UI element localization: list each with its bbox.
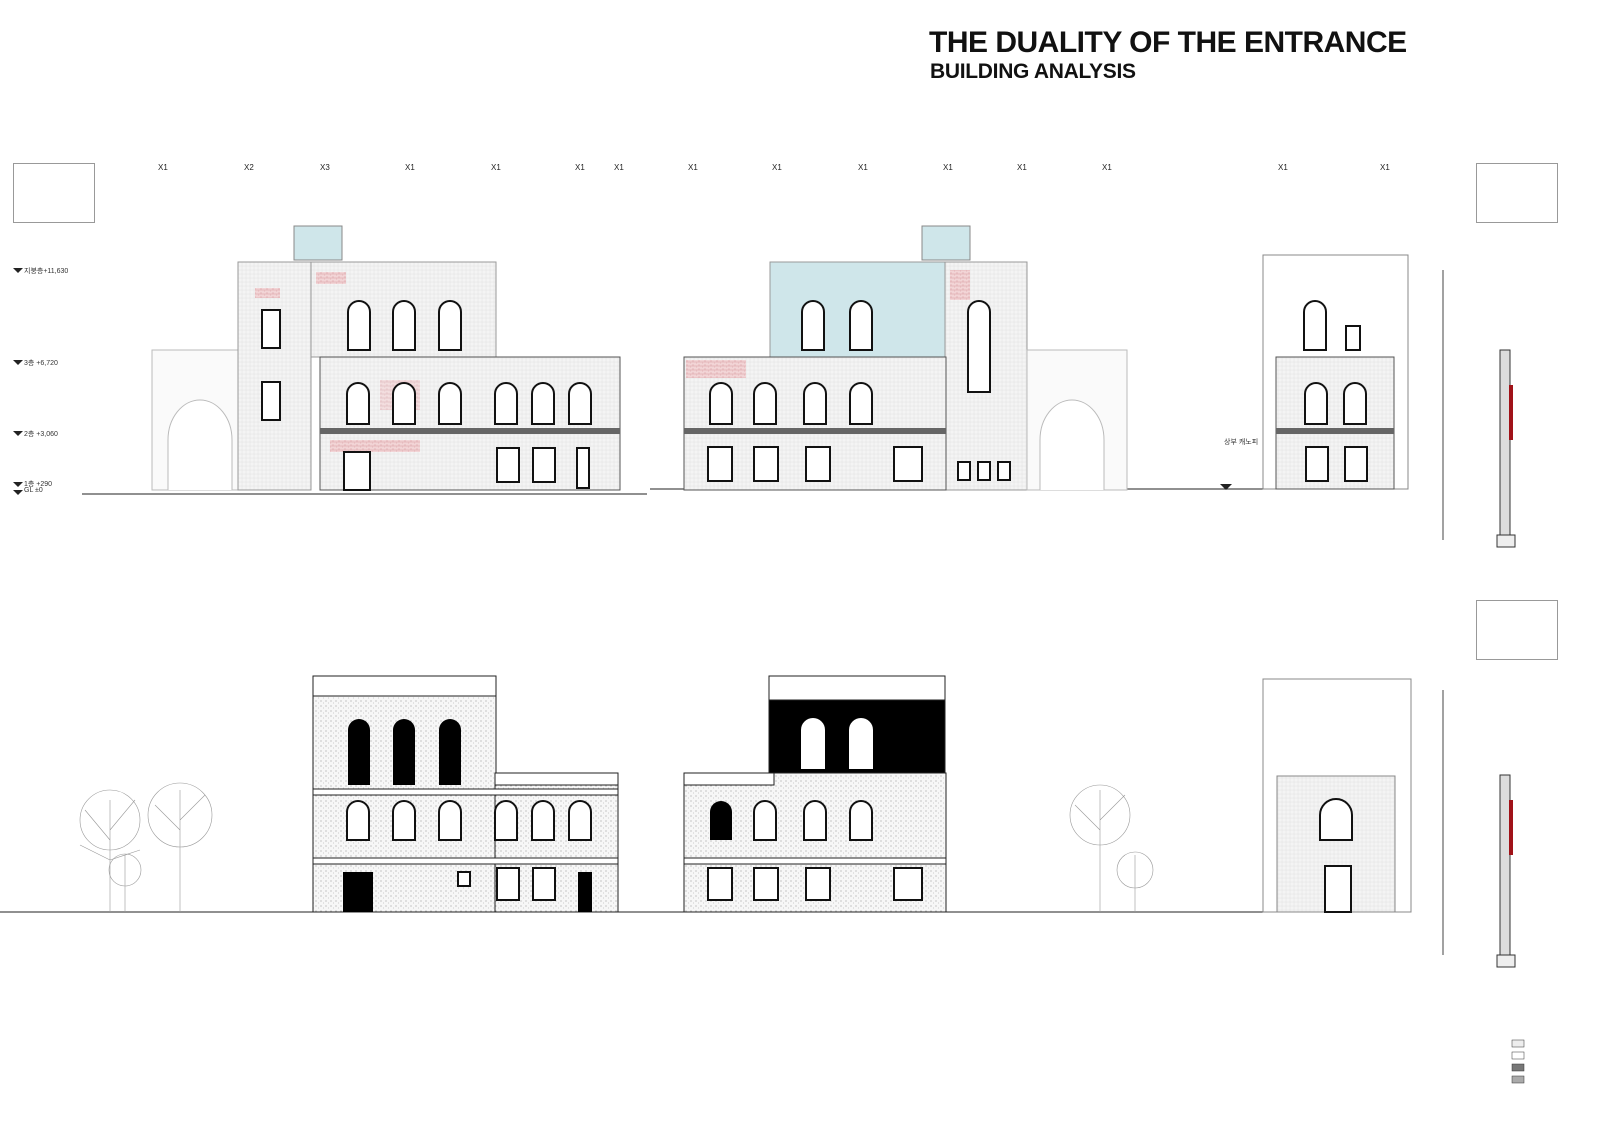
elevation-1	[151, 225, 621, 491]
tree-left	[79, 782, 213, 912]
wall-section-2	[1442, 690, 1516, 968]
legend-swatches	[1511, 1039, 1525, 1084]
level-markers	[13, 268, 23, 495]
wall-section-1	[1442, 270, 1516, 548]
elevation-6	[1262, 678, 1412, 913]
elevation-3	[1220, 254, 1409, 490]
tree-right	[1069, 784, 1154, 912]
elevation-2	[683, 225, 1128, 491]
elevation-4	[312, 675, 619, 913]
elevation-5	[683, 675, 947, 913]
elevation-drawings	[0, 225, 1525, 1084]
